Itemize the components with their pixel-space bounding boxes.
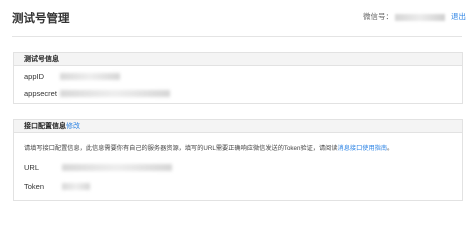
account-info: 微信号： 退出 — [363, 11, 466, 22]
interface-config-heading: 接口配置信息修改 — [14, 120, 462, 133]
logout-link[interactable]: 退出 — [451, 12, 466, 21]
edit-link[interactable]: 修改 — [66, 123, 80, 130]
appid-value-masked — [60, 73, 120, 80]
url-value-masked — [62, 164, 172, 171]
header-divider — [12, 36, 462, 37]
account-id-masked — [395, 13, 445, 21]
appsecret-label: appsecret — [24, 89, 57, 98]
interface-config-description: 请填写接口配置信息，此信息需要你有自己的服务器资源，填写的URL需要正确响应微信… — [24, 143, 393, 152]
description-text: 请填写接口配置信息，此信息需要你有自己的服务器资源，填写的URL需要正确响应微信… — [24, 145, 338, 152]
test-account-panel: 测试号信息 appID appsecret — [13, 52, 463, 104]
test-account-heading: 测试号信息 — [14, 53, 462, 66]
message-interface-guide-link[interactable]: 消息接口使用指南 — [338, 145, 388, 152]
account-label: 微信号： — [363, 12, 393, 21]
page-title: 测试号管理 — [12, 13, 70, 25]
token-value-masked — [62, 183, 90, 190]
appid-label: appID — [24, 72, 45, 81]
url-label: URL — [24, 163, 40, 172]
description-end: 。 — [387, 145, 394, 152]
interface-config-title: 接口配置信息 — [24, 123, 66, 130]
appsecret-value-masked — [60, 90, 170, 97]
token-label: Token — [24, 182, 45, 191]
page-header: 测试号管理 微信号： 退出 — [0, 0, 474, 34]
interface-config-panel: 接口配置信息修改 请填写接口配置信息，此信息需要你有自己的服务器资源，填写的UR… — [13, 119, 463, 201]
